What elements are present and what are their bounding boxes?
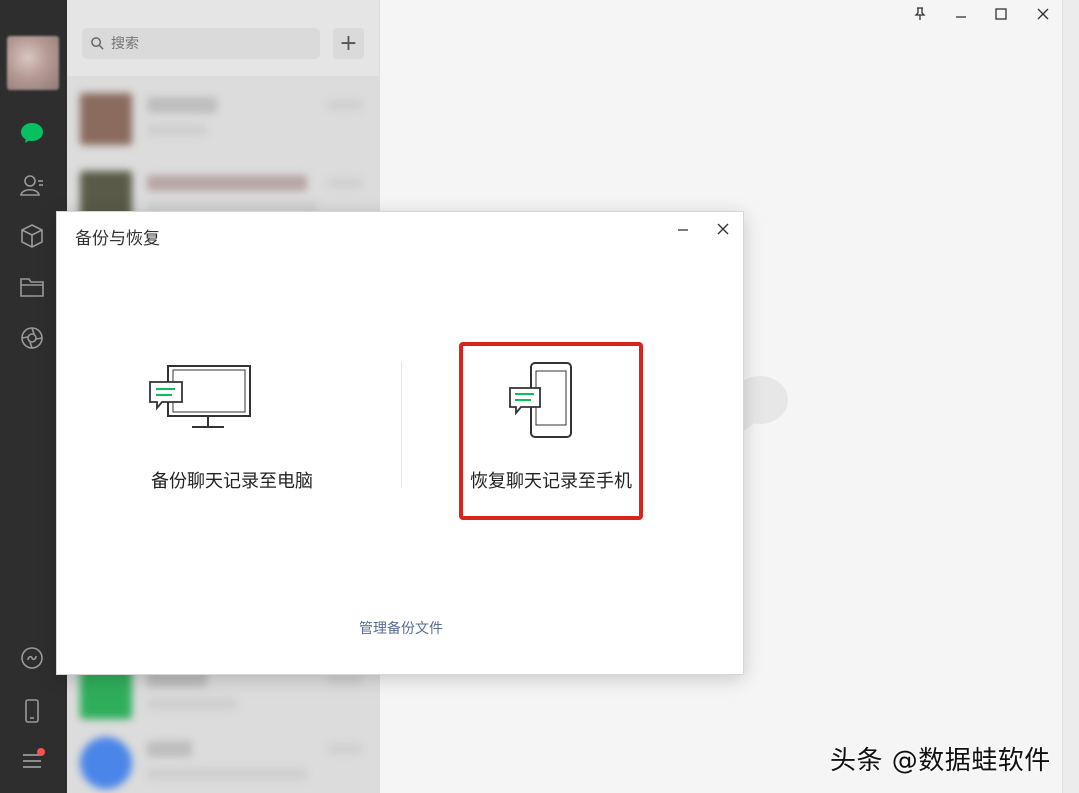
minimize-icon: [956, 16, 966, 18]
manage-backup-files-link[interactable]: 管理备份文件: [57, 618, 745, 638]
list-item[interactable]: [67, 82, 379, 152]
minimize-icon: [678, 229, 688, 231]
close-button[interactable]: [1028, 3, 1058, 25]
pin-button[interactable]: [905, 3, 935, 25]
maximize-button[interactable]: [986, 3, 1016, 25]
add-button[interactable]: +: [333, 28, 364, 59]
backup-to-pc-label: 备份聊天记录至电脑: [151, 471, 313, 492]
computer-icon: [149, 365, 251, 428]
backup-to-pc-option[interactable]: 备份聊天记录至电脑: [112, 352, 352, 502]
search-icon: [91, 37, 104, 50]
phone-icon[interactable]: [17, 696, 47, 726]
window-edge: [1062, 0, 1079, 793]
search-box[interactable]: [82, 28, 320, 59]
backup-restore-dialog: 备份与恢复 备份聊天记录至电脑 恢复聊天记录至手机 管理备份文件: [56, 211, 744, 675]
close-icon: [1037, 8, 1049, 20]
mini-programs-icon[interactable]: [17, 643, 47, 673]
divider: [401, 362, 402, 488]
mobile-phone-icon: [509, 362, 572, 438]
files-icon[interactable]: [17, 272, 47, 302]
restore-to-phone-option[interactable]: 恢复聊天记录至手机: [459, 342, 643, 520]
list-item[interactable]: [67, 726, 379, 793]
minimize-button[interactable]: [946, 3, 976, 25]
menu-icon[interactable]: [17, 746, 47, 776]
close-icon: [717, 223, 729, 235]
dialog-minimize-button[interactable]: [669, 218, 697, 240]
chat-icon[interactable]: [17, 118, 47, 148]
avatar[interactable]: [7, 36, 59, 90]
favorites-icon[interactable]: [17, 221, 47, 251]
pin-icon: [914, 7, 926, 20]
restore-to-phone-label: 恢复聊天记录至手机: [470, 471, 632, 492]
dialog-close-button[interactable]: [709, 218, 737, 240]
moments-icon[interactable]: [17, 323, 47, 353]
notification-dot: [37, 748, 45, 756]
watermark-text: 头条 @数据蛙软件: [830, 746, 1051, 776]
contacts-icon[interactable]: [17, 170, 47, 200]
search-input[interactable]: [111, 35, 301, 52]
maximize-icon: [995, 8, 1007, 20]
dialog-title: 备份与恢复: [75, 229, 160, 249]
